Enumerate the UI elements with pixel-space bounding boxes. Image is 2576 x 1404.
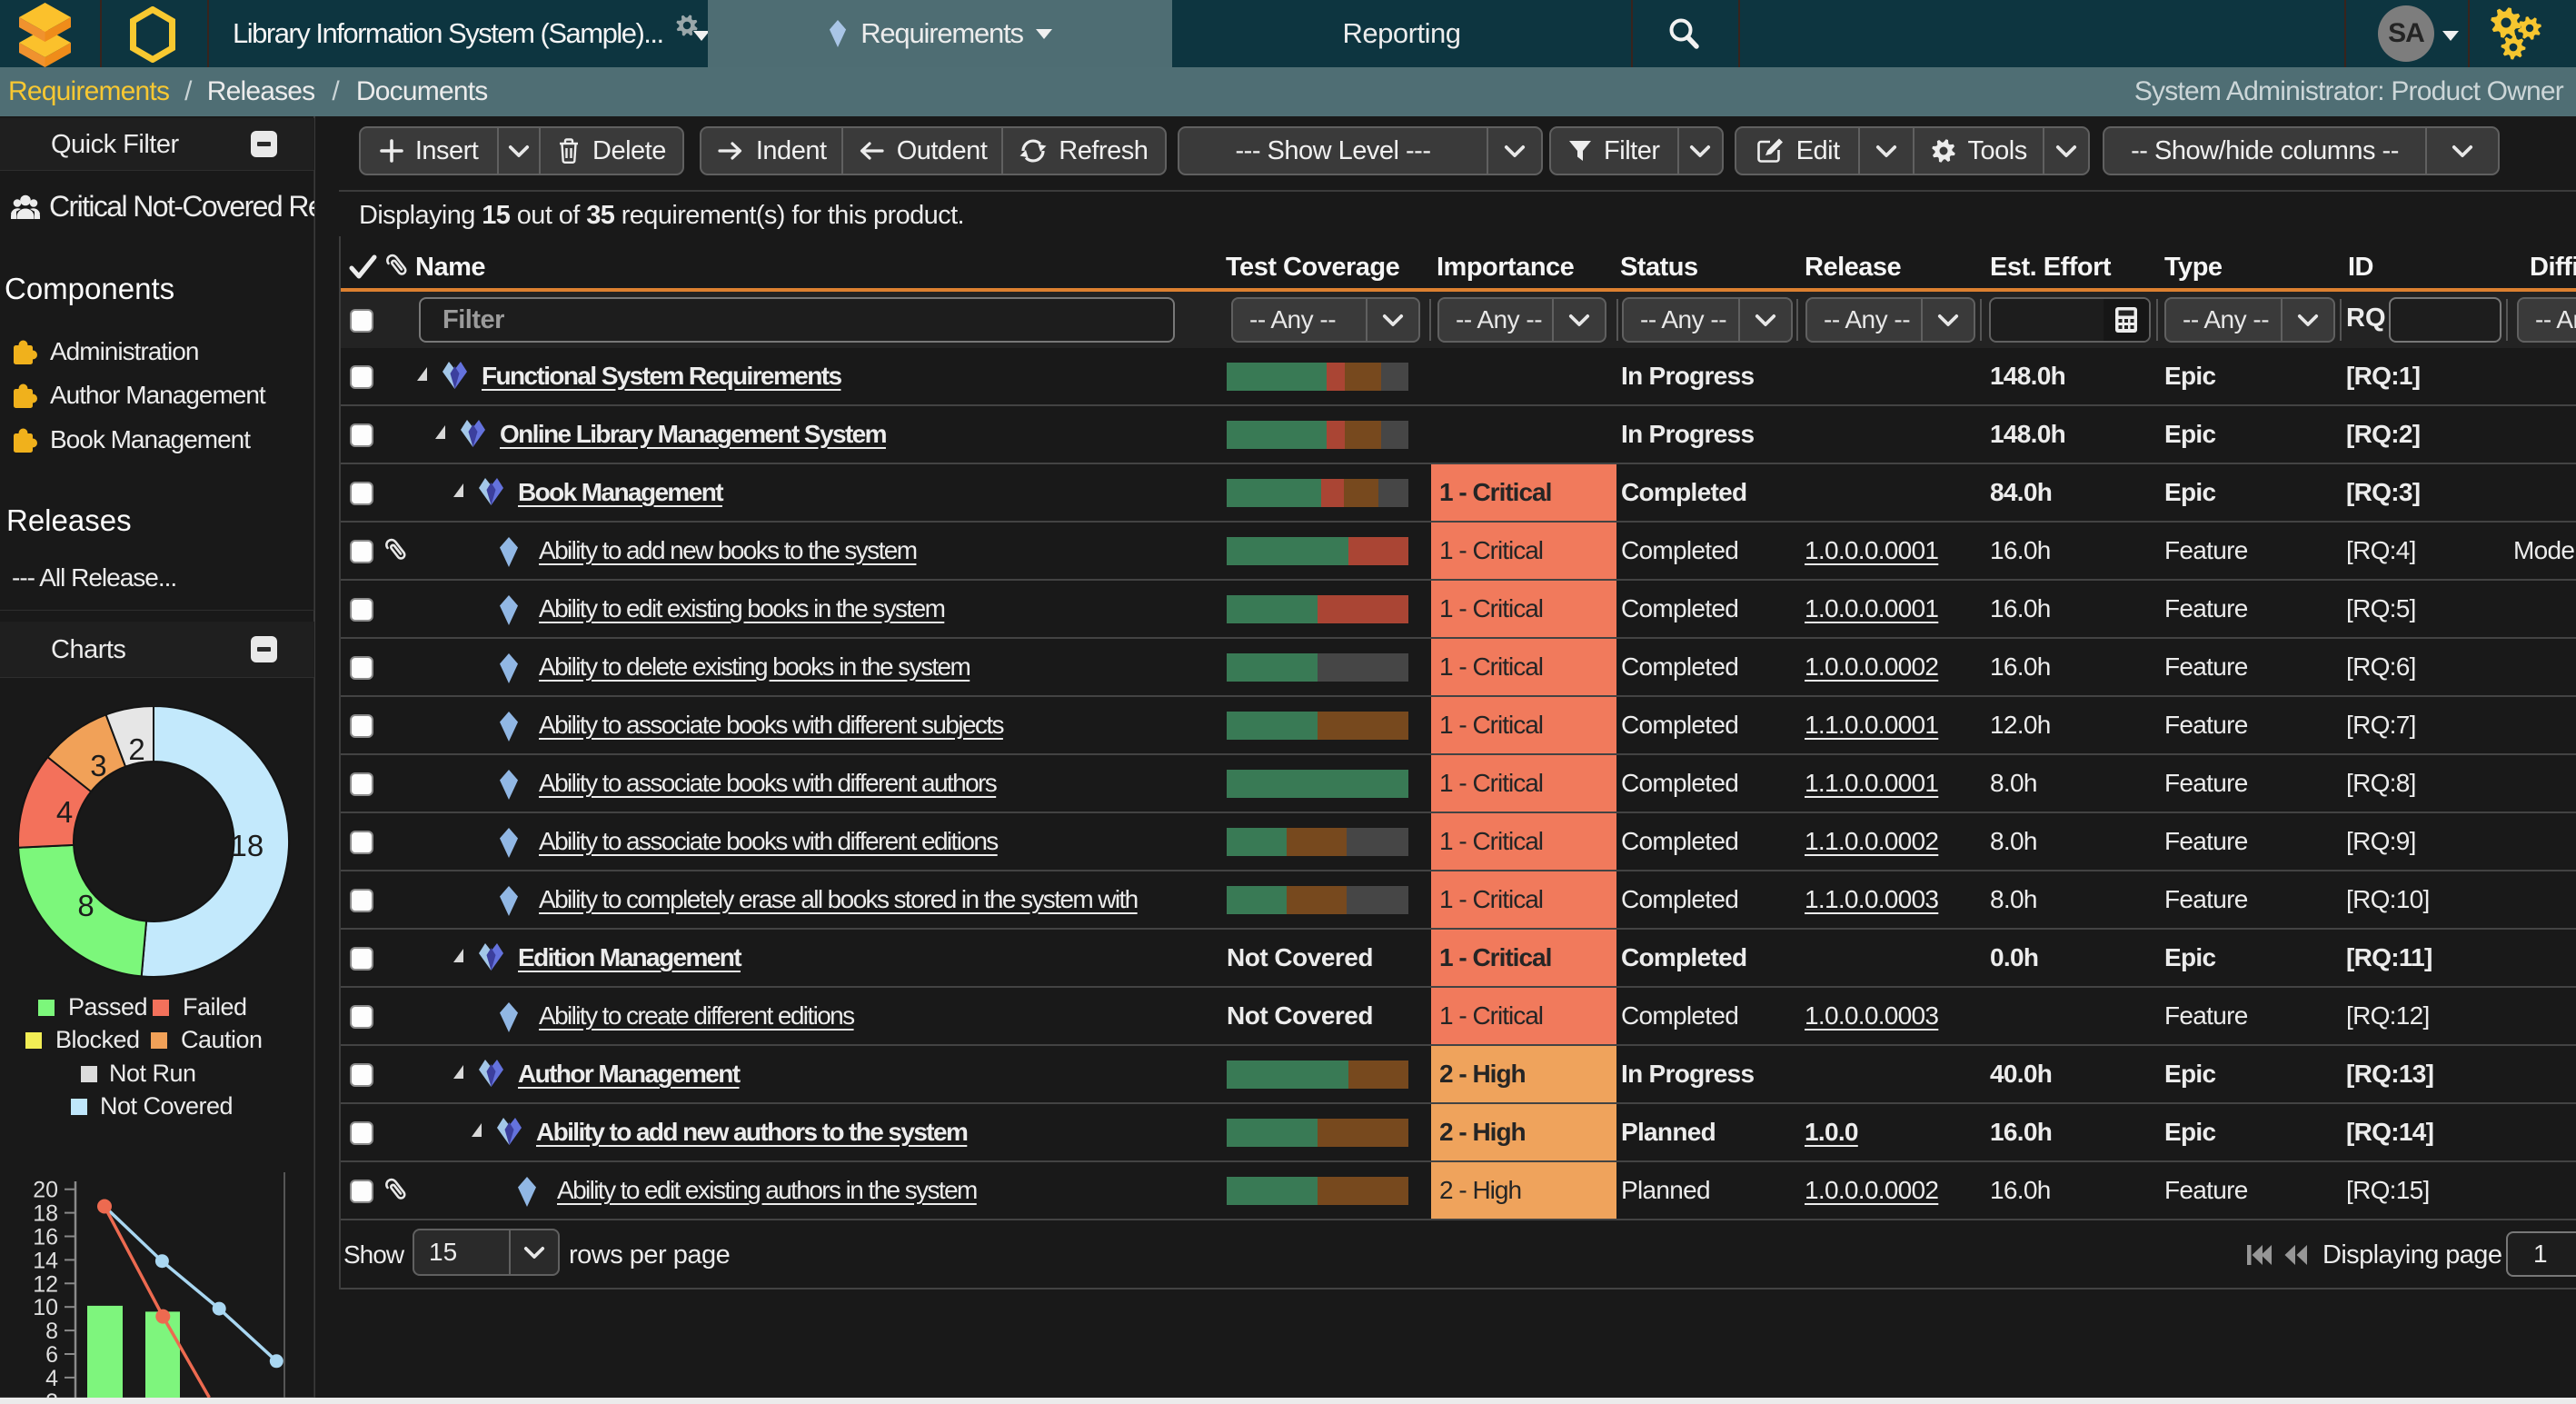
svg-text:20: 20: [33, 1178, 58, 1203]
svg-text:14: 14: [33, 1248, 58, 1273]
svg-text:12: 12: [33, 1271, 58, 1297]
svg-text:6: 6: [45, 1342, 58, 1368]
svg-text:10: 10: [33, 1295, 58, 1320]
svg-text:4: 4: [45, 1366, 58, 1391]
svg-text:2: 2: [45, 1389, 58, 1398]
svg-text:8: 8: [45, 1319, 58, 1344]
svg-text:18: 18: [33, 1201, 58, 1227]
svg-text:16: 16: [33, 1225, 58, 1250]
